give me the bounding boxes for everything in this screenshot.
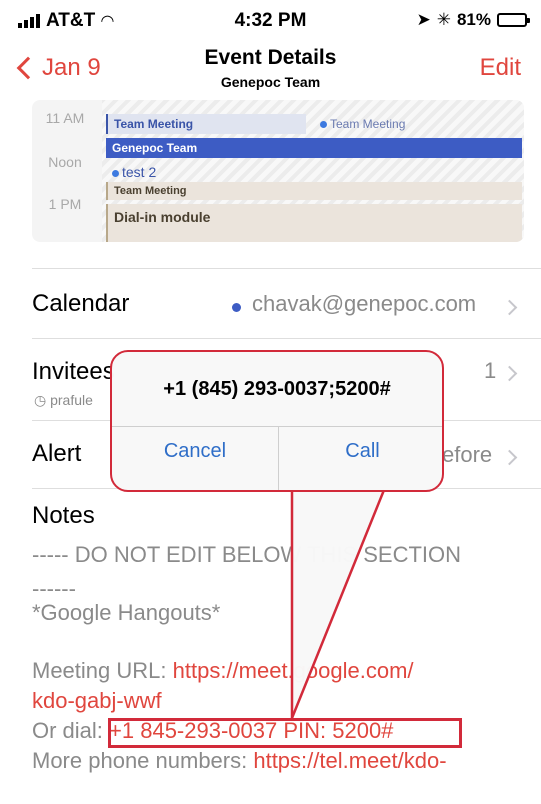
call-alert-dialog[interactable]: +1 (845) 293-0037;5200# Cancel Call [110,350,444,492]
invitee-name: prafule [50,392,93,408]
notes-line: ----- DO NOT EDIT BELOW THIS SECTION [32,542,462,567]
meeting-url-link[interactable]: https://meet.google.com/ [173,658,414,683]
calendar-preview[interactable]: 11 AM Noon 1 PM Team Meeting Team Meetin… [32,100,524,242]
meeting-url-link-cont[interactable]: kdo-gabj-wwf [32,688,162,714]
status-right: ➤ ✳ 81% [416,10,530,30]
chevron-right-icon [501,365,518,382]
more-numbers-label: More phone numbers: [32,748,254,773]
divider [32,338,541,339]
annotation-highlight-box [108,718,462,748]
bluetooth-icon: ✳ [436,10,451,29]
invitee-sub: ◷ prafule [34,392,93,409]
chevron-right-icon [501,449,518,466]
calendar-row-value[interactable]: chavak@genepoc.com [252,291,476,317]
navigation-bar: Jan 9 Event Details Genepoc Team Edit [0,42,541,98]
event-dot-icon [320,121,327,129]
call-button[interactable]: Call [279,426,442,476]
edit-button[interactable]: Edit [480,54,521,82]
alert-row-value[interactable]: efore [442,442,492,468]
notes-line: *Google Hangouts* [32,600,221,625]
location-icon: ➤ [416,10,431,29]
divider [32,268,541,269]
status-bar: AT&T ◠ 4:32 PM ➤ ✳ 81% [0,0,541,40]
calendar-event[interactable]: Team Meeting [106,114,306,134]
time-label: 11 AM [45,110,85,126]
calendar-event[interactable]: Dial-in module [106,204,522,242]
dialog-message: +1 (845) 293-0037;5200# [163,378,391,400]
battery-icon [497,13,530,27]
more-numbers-line: More phone numbers: https://tel.meet/kdo… [32,748,447,774]
dial-label: Or dial: [32,718,110,743]
cancel-button[interactable]: Cancel [112,426,278,476]
alert-row-label: Alert [32,440,82,467]
chevron-right-icon [501,299,518,316]
clock-icon: ◷ [34,392,51,408]
more-numbers-link[interactable]: https://tel.meet/kdo- [253,748,446,773]
time-label: 1 PM [48,196,82,212]
calendar-row-label: Calendar [32,290,130,317]
event-dot-icon [112,169,119,177]
invitees-count[interactable]: 1 [484,358,496,384]
calendar-event[interactable]: Team Meeting [314,114,514,134]
invitees-row-label: Invitees [32,358,115,385]
calendar-color-dot [232,303,241,312]
time-label: Noon [48,154,82,170]
calendar-event[interactable]: Team Meeting [106,182,522,200]
battery-percent: 81% [456,10,491,29]
calendar-event[interactable]: test 2 [106,162,306,182]
page-title: Event Details [204,46,337,69]
calendar-event-label: test 2 [122,164,157,180]
notes-heading: Notes [32,502,95,529]
notes-line: ------ [32,576,76,601]
calendar-event-label: Team Meeting [330,117,406,131]
page-subtitle: Genepoc Team [220,74,321,90]
meeting-url-line: Meeting URL: https://meet.google.com/ [32,658,414,684]
calendar-event[interactable]: Genepoc Team [106,138,522,158]
meeting-url-label: Meeting URL: [32,658,173,683]
